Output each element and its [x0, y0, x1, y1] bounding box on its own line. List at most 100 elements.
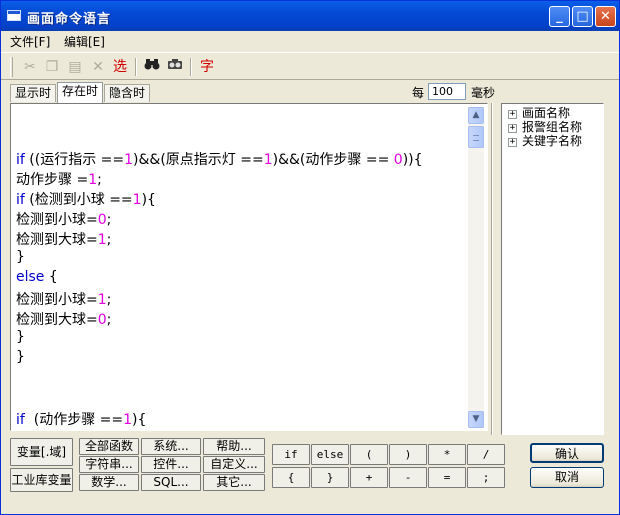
code-token: {	[44, 269, 58, 285]
insert-close-brace-button[interactable]: }	[311, 467, 349, 488]
code-line: else {	[16, 269, 58, 289]
code-token: ;	[106, 312, 112, 328]
help-button[interactable]: 帮助...	[203, 438, 265, 455]
cut-icon[interactable]: ✂	[20, 57, 40, 77]
find-icon[interactable]	[142, 57, 162, 77]
all-functions-button[interactable]: 全部函数	[79, 438, 139, 455]
tree-item-label: 关键字名称	[522, 134, 583, 148]
control-button[interactable]: 控件...	[141, 456, 201, 473]
expand-icon[interactable]: +	[508, 124, 517, 133]
code-line: if (动作步骤 ==1){	[16, 409, 146, 428]
delete-icon[interactable]: ✕	[88, 57, 108, 77]
code-token: }	[16, 329, 25, 345]
code-token: if	[16, 152, 25, 168]
tab-on-hide[interactable]: 隐含时	[104, 84, 151, 102]
select-button[interactable]: 选	[110, 57, 130, 77]
code-line: if (检测到小球 ==1){	[16, 189, 156, 209]
insert-minus-button[interactable]: -	[389, 467, 427, 488]
code-token: (检测到小球 ==	[24, 192, 133, 208]
scroll-thumb[interactable]	[468, 126, 484, 148]
insert-equals-button[interactable]: =	[428, 467, 466, 488]
code-line: 检测到大球=0;	[16, 309, 111, 329]
code-token: 检测到大球=	[16, 312, 98, 328]
title-bar[interactable]: 画面命令语言 _ □ ✕	[1, 1, 619, 31]
code-token: ;	[106, 292, 112, 308]
code-token: 0	[393, 152, 403, 168]
scroll-up-icon[interactable]: ▲	[468, 107, 484, 124]
code-token: 检测到大球=	[16, 232, 98, 248]
code-token: }	[16, 249, 25, 265]
code-line: }	[16, 329, 25, 349]
paste-icon[interactable]: ▤	[65, 57, 85, 77]
insert-semicolon-button[interactable]: ;	[467, 467, 505, 488]
insert-open-brace-button[interactable]: {	[272, 467, 310, 488]
tree-item-label: 画面名称	[522, 106, 571, 120]
name-tree: + 画面名称 + 报警组名称 + 关键字名称	[501, 103, 604, 435]
expand-icon[interactable]: +	[508, 138, 517, 147]
editor-scrollbar[interactable]: ▲ ▼	[468, 107, 484, 428]
other-button[interactable]: 其它...	[203, 474, 265, 491]
insert-else-button[interactable]: else	[311, 444, 349, 465]
variable-button[interactable]: 变量[.域]	[10, 438, 73, 466]
cancel-button[interactable]: 取消	[530, 467, 604, 488]
code-line: 动作步骤 =1;	[16, 169, 102, 189]
code-token: )){	[402, 152, 423, 168]
industrial-db-variable-button[interactable]: 工业库变量	[10, 468, 73, 492]
code-token: 1	[132, 192, 142, 208]
tree-item-screen-names[interactable]: + 画面名称	[508, 106, 570, 120]
period-input[interactable]	[428, 83, 466, 100]
menu-edit[interactable]: 编辑[E]	[64, 33, 105, 50]
toolbar-separator	[135, 58, 137, 76]
code-token: 0	[97, 312, 107, 328]
expand-icon[interactable]: +	[508, 110, 517, 119]
custom-button[interactable]: 自定义...	[203, 456, 265, 473]
insert-plus-button[interactable]: +	[350, 467, 388, 488]
pane-divider[interactable]	[491, 103, 493, 435]
code-line: }	[16, 249, 25, 269]
font-button[interactable]: 字	[197, 57, 217, 77]
system-button[interactable]: 系统...	[141, 438, 201, 455]
code-line: if ((运行指示 ==1)&&(原点指示灯 ==1)&&(动作步骤 == 0)…	[16, 149, 423, 169]
code-token: else	[16, 269, 45, 285]
tree-item-keyword-names[interactable]: + 关键字名称	[508, 134, 582, 148]
code-token: )&&(原点指示灯 ==	[133, 152, 264, 168]
string-button[interactable]: 字符串...	[79, 456, 139, 473]
replace-icon[interactable]	[165, 57, 185, 77]
code-token: ;	[97, 172, 102, 188]
code-token: 检测到小球=	[16, 292, 98, 308]
tab-on-show[interactable]: 显示时	[10, 84, 57, 102]
math-button[interactable]: 数学...	[79, 474, 139, 491]
insert-multiply-button[interactable]: *	[428, 444, 466, 465]
toolbar-grip[interactable]	[10, 57, 13, 77]
tree-item-alarm-group-names[interactable]: + 报警组名称	[508, 120, 582, 134]
insert-close-paren-button[interactable]: )	[389, 444, 427, 465]
code-token: ){	[132, 412, 147, 428]
toolbar-separator	[190, 58, 192, 76]
close-button[interactable]: ✕	[595, 6, 616, 27]
tree-item-label: 报警组名称	[522, 120, 583, 134]
code-token: 1	[123, 412, 133, 428]
insert-divide-button[interactable]: /	[467, 444, 505, 465]
code-token: 检测到小球=	[16, 212, 98, 228]
tab-while-exist[interactable]: 存在时	[57, 82, 104, 103]
period-unit: 毫秒	[471, 86, 496, 100]
copy-icon[interactable]: ❐	[42, 57, 62, 77]
script-editor[interactable]: if ((运行指示 ==1)&&(原点指示灯 ==1)&&(动作步骤 == 0)…	[14, 107, 467, 428]
menu-file[interactable]: 文件[F]	[10, 33, 50, 50]
code-line: 检测到小球=0;	[16, 209, 111, 229]
code-token: ;	[106, 212, 112, 228]
insert-open-paren-button[interactable]: (	[350, 444, 388, 465]
code-token: ((运行指示 ==	[24, 152, 125, 168]
scroll-down-icon[interactable]: ▼	[468, 411, 484, 428]
window-title: 画面命令语言	[27, 12, 112, 27]
code-token: 1	[97, 292, 107, 308]
minimize-button[interactable]: _	[549, 6, 570, 27]
period-label: 每	[412, 86, 425, 100]
insert-if-button[interactable]: if	[272, 444, 310, 465]
ok-button[interactable]: 确认	[530, 443, 604, 463]
maximize-button[interactable]: □	[572, 6, 593, 27]
sql-button[interactable]: SQL...	[141, 474, 201, 491]
code-token: }	[16, 349, 25, 365]
code-token: ;	[106, 232, 112, 248]
code-token: (动作步骤 ==	[24, 412, 124, 428]
